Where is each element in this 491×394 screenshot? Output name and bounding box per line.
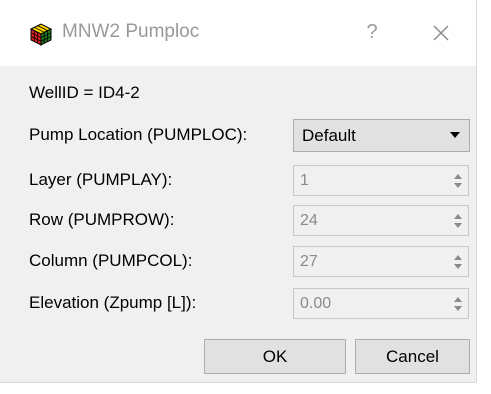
- pump-location-dropdown[interactable]: Default: [293, 119, 470, 152]
- close-icon[interactable]: [431, 23, 451, 43]
- help-button[interactable]: ?: [362, 20, 382, 44]
- column-value: 27: [300, 253, 318, 270]
- spin-arrows-icon[interactable]: [452, 293, 464, 315]
- spin-arrows-icon[interactable]: [452, 210, 464, 232]
- row-value: 24: [300, 212, 318, 229]
- layer-spinbox[interactable]: 1: [293, 165, 469, 196]
- spin-arrows-icon[interactable]: [452, 170, 464, 192]
- column-label: Column (PUMPCOL):: [29, 251, 193, 270]
- row-label: Row (PUMPROW):: [29, 210, 175, 229]
- pump-location-selected: Default: [302, 126, 356, 145]
- window-title: MNW2 Pumploc: [62, 21, 200, 42]
- mnw2-pumploc-dialog: MNW2 Pumploc ? WellID = ID4-2 Pump Locat…: [0, 0, 477, 383]
- column-spinbox[interactable]: 27: [293, 246, 469, 277]
- elevation-spinbox[interactable]: 0.00: [293, 288, 469, 319]
- row-spinbox[interactable]: 24: [293, 205, 469, 236]
- title-bar[interactable]: MNW2 Pumploc ?: [0, 0, 476, 66]
- cancel-button[interactable]: Cancel: [355, 339, 470, 374]
- layer-label: Layer (PUMPLAY):: [29, 170, 173, 189]
- rubiks-cube-icon: [29, 23, 53, 46]
- elevation-label: Elevation (Zpump [L]):: [29, 293, 197, 312]
- ok-button[interactable]: OK: [204, 339, 346, 374]
- spin-arrows-icon[interactable]: [452, 251, 464, 273]
- layer-value: 1: [300, 172, 309, 189]
- dropdown-arrow-icon: [450, 132, 460, 138]
- elevation-value: 0.00: [300, 295, 332, 312]
- well-id-label: WellID = ID4-2: [29, 83, 140, 102]
- pump-location-label: Pump Location (PUMPLOC):: [29, 125, 248, 144]
